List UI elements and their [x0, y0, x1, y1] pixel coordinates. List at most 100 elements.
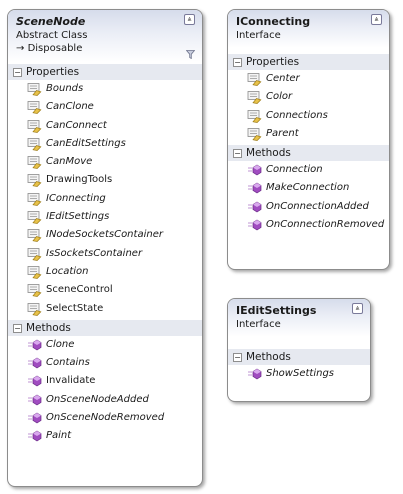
property-icon — [27, 155, 42, 170]
property-name: Connections — [266, 109, 328, 121]
filter-icon[interactable] — [186, 50, 195, 59]
property-item[interactable]: CanConnect — [8, 117, 202, 135]
property-item[interactable]: Parent — [228, 125, 389, 143]
method-item[interactable]: OnSceneNodeRemoved — [8, 409, 202, 427]
method-name: Paint — [46, 430, 72, 442]
method-item[interactable]: Connection — [228, 161, 389, 179]
interface-stereotype: Interface — [236, 319, 281, 330]
method-item[interactable]: Invalidate — [8, 372, 202, 390]
section-header-methods[interactable]: − Methods — [8, 319, 202, 336]
property-name: IsSocketsContainer — [46, 247, 143, 259]
property-item[interactable]: IEditSettings — [8, 208, 202, 226]
method-icon — [247, 367, 262, 381]
property-name: Center — [266, 73, 300, 84]
method-icon — [27, 393, 42, 407]
member-sections: − Methods ShowSettings — [228, 349, 370, 383]
method-name: Connection — [266, 164, 323, 176]
property-item[interactable]: SelectState — [8, 300, 202, 318]
property-name: CanMove — [46, 156, 93, 168]
property-icon — [27, 119, 42, 133]
property-name: Bounds — [46, 83, 84, 94]
property-name: IEditSettings — [46, 211, 110, 223]
method-name: OnSceneNodeRemoved — [46, 412, 165, 424]
method-icon — [247, 163, 262, 177]
member-sections: − Properties Center Color Connections Parent −… — [228, 54, 389, 234]
method-icon — [27, 338, 42, 352]
property-item[interactable]: CanEditSettings — [8, 135, 202, 153]
property-icon — [247, 127, 262, 141]
method-icon — [247, 181, 262, 195]
property-item[interactable]: IConnecting — [8, 190, 202, 208]
property-item[interactable]: DrawingTools — [8, 171, 202, 189]
collapse-icon[interactable]: ⩓ — [371, 14, 382, 25]
property-icon — [247, 109, 262, 123]
method-icon — [27, 356, 42, 370]
method-name: Contains — [46, 357, 90, 369]
collapse-section-icon[interactable]: − — [233, 149, 242, 159]
method-item[interactable]: Clone — [8, 336, 202, 354]
method-icon — [27, 374, 42, 388]
collapse-icon[interactable]: ⩓ — [184, 14, 195, 25]
class-name: SceneNode — [16, 15, 86, 28]
method-name: MakeConnection — [266, 182, 350, 194]
method-name: ShowSettings — [266, 368, 334, 379]
method-item[interactable]: OnSceneNodeAdded — [8, 391, 202, 409]
inheritance-line: → Disposable — [16, 42, 194, 56]
property-item[interactable]: Location — [8, 263, 202, 281]
section-header-methods[interactable]: − Methods — [228, 145, 389, 162]
property-icon — [247, 72, 262, 86]
property-icon — [27, 210, 42, 224]
property-icon — [27, 137, 42, 151]
property-name: Color — [266, 91, 293, 103]
collapse-icon[interactable]: ⩓ — [352, 303, 363, 314]
interface-name: IEditSettings — [236, 304, 317, 317]
method-item[interactable]: Paint — [8, 427, 202, 445]
method-item[interactable]: OnConnectionAdded — [228, 198, 389, 216]
property-item[interactable]: Center — [228, 70, 389, 88]
section-label: Methods — [246, 147, 291, 160]
property-item[interactable]: Connections — [228, 107, 389, 125]
collapse-section-icon[interactable]: − — [233, 58, 242, 67]
property-name: IConnecting — [46, 192, 106, 204]
property-icon — [27, 265, 42, 279]
collapse-section-icon[interactable]: − — [233, 353, 242, 362]
property-item[interactable]: SceneControl — [8, 281, 202, 299]
method-name: OnConnectionAdded — [266, 200, 369, 212]
section-label: Properties — [246, 56, 300, 68]
property-name: Location — [46, 265, 89, 277]
property-item[interactable]: Bounds — [8, 80, 202, 98]
inheritance-arrow-icon: → — [16, 43, 25, 54]
collapse-section-icon[interactable]: − — [13, 68, 22, 77]
method-icon — [247, 200, 262, 214]
property-item[interactable]: Color — [228, 88, 389, 106]
property-name: CanConnect — [46, 119, 107, 131]
property-name: CanClone — [46, 101, 94, 113]
method-icon — [247, 218, 262, 232]
property-icon — [27, 228, 42, 243]
property-name: CanEditSettings — [46, 137, 126, 149]
method-icon — [27, 411, 42, 425]
property-item[interactable]: INodeSocketsContainer — [8, 226, 202, 244]
interface-name: IConnecting — [236, 15, 311, 28]
method-name: OnConnectionRemoved — [266, 219, 385, 231]
method-item[interactable]: Contains — [8, 354, 202, 372]
ieditsettings-interface-box[interactable]: IEditSettings Interface ⩓ − Methods ShowSe… — [227, 298, 371, 402]
method-item[interactable]: OnConnectionRemoved — [228, 216, 389, 234]
method-item[interactable]: MakeConnection — [228, 179, 389, 197]
collapse-section-icon[interactable]: − — [13, 323, 22, 333]
property-item[interactable]: CanClone — [8, 98, 202, 116]
property-item[interactable]: IsSocketsContainer — [8, 245, 202, 263]
iconnecting-interface-box[interactable]: IConnecting Interface ⩓ − Properties Cente… — [227, 9, 390, 270]
section-header-methods[interactable]: − Methods — [228, 349, 370, 365]
property-name: INodeSocketsContainer — [46, 229, 163, 241]
section-header-properties[interactable]: − Properties — [228, 54, 389, 70]
method-name: OnSceneNodeAdded — [46, 393, 149, 405]
base-class-name: Disposable — [27, 43, 83, 54]
scenenode-class-box[interactable]: SceneNode Abstract Class → Disposable ⩓ … — [7, 9, 203, 487]
method-name: Clone — [46, 338, 75, 350]
class-stereotype: Abstract Class — [16, 30, 88, 41]
property-item[interactable]: CanMove — [8, 153, 202, 171]
scenenode-header: SceneNode Abstract Class → Disposable ⩓ — [8, 10, 202, 62]
method-item[interactable]: ShowSettings — [228, 365, 370, 383]
section-header-properties[interactable]: − Properties — [8, 64, 202, 80]
